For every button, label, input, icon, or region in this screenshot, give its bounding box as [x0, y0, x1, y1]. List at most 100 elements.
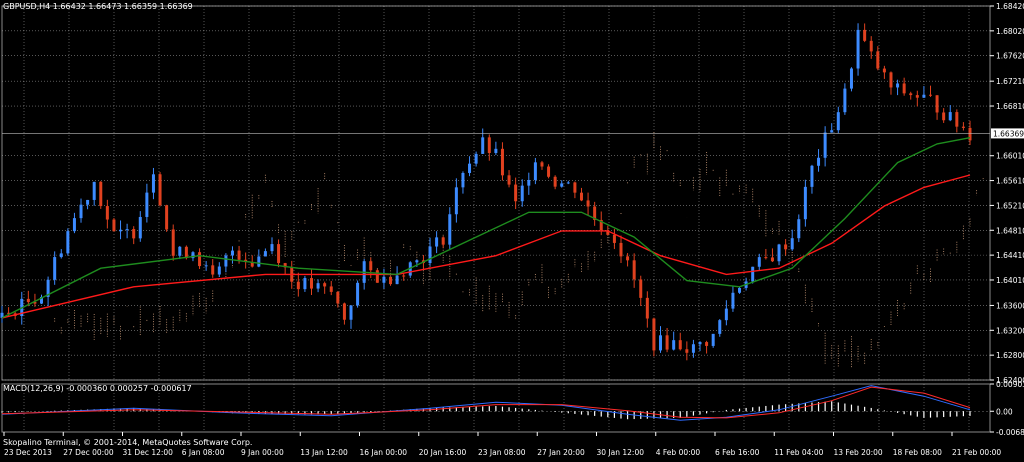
time-tick-label: 20 Jan 16:00: [419, 448, 467, 457]
candle-body: [59, 253, 63, 258]
candle-body: [777, 244, 781, 262]
time-tick-label: 9 Jan 00:00: [241, 448, 284, 457]
candle-body: [731, 292, 735, 309]
candle-body: [961, 126, 965, 128]
time-tick-label: 31 Dec 12:00: [123, 448, 174, 457]
candle-body: [224, 255, 228, 267]
candle-body: [230, 250, 234, 256]
candle-body: [764, 257, 768, 259]
time-tick-label: 13 Jan 12:00: [300, 448, 348, 457]
candle-body: [514, 184, 518, 202]
candle-body: [817, 157, 821, 166]
candle-body: [158, 174, 162, 206]
candle-body: [540, 162, 544, 167]
candle-body: [296, 281, 300, 290]
candle-body: [481, 137, 485, 154]
candle-body: [369, 261, 373, 271]
price-tick-label: 1.66810: [996, 102, 1024, 111]
candle-body: [942, 112, 946, 121]
candle-body: [132, 229, 136, 239]
candle-body: [830, 130, 834, 133]
price-tick-label: 1.66010: [996, 152, 1024, 161]
candle-body: [612, 234, 616, 243]
price-tick-label: 1.62800: [996, 351, 1024, 360]
candle-body: [843, 88, 847, 113]
candle-body: [705, 342, 709, 346]
macd-tick-label: 0.00: [996, 407, 1013, 416]
time-tick-label: 16 Jan 00:00: [360, 448, 408, 457]
candle-body: [619, 242, 623, 257]
candle-body: [112, 219, 116, 232]
candle-body: [896, 83, 900, 88]
candle-body: [560, 183, 564, 187]
candle-body: [659, 335, 663, 351]
candle-body: [685, 349, 689, 353]
candle-body: [500, 148, 504, 176]
candle-body: [217, 266, 221, 275]
candle-body: [836, 112, 840, 131]
candle-body: [454, 187, 458, 215]
candle-body: [672, 340, 676, 350]
candle-body: [889, 72, 893, 88]
time-tick-label: 18 Feb 08:00: [893, 448, 942, 457]
candle-body: [922, 94, 926, 98]
candle-body: [171, 229, 175, 256]
candle-body: [402, 275, 406, 277]
candle-body: [204, 265, 208, 267]
candle-body: [507, 175, 511, 185]
candle-body: [415, 260, 419, 263]
candle-body: [263, 251, 267, 257]
candle-body: [533, 162, 537, 181]
candle-body: [784, 244, 788, 250]
candle-body: [566, 182, 570, 184]
candle-body: [316, 283, 320, 289]
candle-body: [678, 340, 682, 350]
price-tick-label: 1.64410: [996, 251, 1024, 260]
candle-body: [53, 257, 57, 280]
candle-body: [125, 229, 129, 231]
copyright-text: Skopalino Terminal, © 2001-2014, MetaQuo…: [3, 438, 253, 447]
candle-body: [474, 153, 478, 164]
candle-body: [902, 83, 906, 94]
candle-body: [86, 199, 90, 205]
candle-body: [547, 166, 551, 177]
candle-body: [165, 205, 169, 230]
candle-body: [428, 246, 432, 264]
candle-body: [448, 214, 452, 245]
candle-body: [356, 282, 360, 306]
price-tick-label: 1.67620: [996, 52, 1024, 61]
candle-body: [99, 181, 103, 207]
candle-body: [810, 165, 814, 187]
candle-body: [928, 94, 932, 96]
candle-body: [553, 176, 557, 187]
candle-body: [869, 40, 873, 52]
candle-body: [652, 318, 656, 351]
time-tick-label: 23 Dec 2013: [4, 448, 52, 457]
candle-body: [329, 286, 333, 292]
candle-body: [349, 305, 353, 320]
price-tick-label: 1.63200: [996, 326, 1024, 335]
candle-body: [527, 180, 531, 186]
price-tick-label: 1.65210: [996, 201, 1024, 210]
candle-body: [92, 181, 96, 200]
candle-body: [145, 192, 149, 217]
candle-body: [738, 287, 742, 293]
candle-body: [876, 51, 880, 69]
candle-body: [487, 137, 491, 153]
time-tick-label: 23 Jan 08:00: [478, 448, 526, 457]
candle-body: [915, 95, 919, 98]
current-price-label: 1.66369: [993, 129, 1024, 138]
candle-body: [138, 216, 142, 239]
price-tick-label: 1.65610: [996, 177, 1024, 186]
time-tick-label: 27 Dec 00:00: [63, 448, 114, 457]
candle-body: [461, 172, 465, 188]
candle-body: [790, 238, 794, 250]
time-tick-label: 27 Jan 20:00: [537, 448, 585, 457]
candle-body: [856, 29, 860, 69]
candle-body: [757, 257, 761, 267]
main-panel-frame: [1, 5, 991, 381]
candle-body: [645, 297, 649, 319]
candle-body: [882, 68, 886, 73]
chart-title: GBPUSD,H4 1.66432 1.66473 1.66359 1.6636…: [3, 2, 193, 11]
candle-body: [79, 204, 83, 219]
